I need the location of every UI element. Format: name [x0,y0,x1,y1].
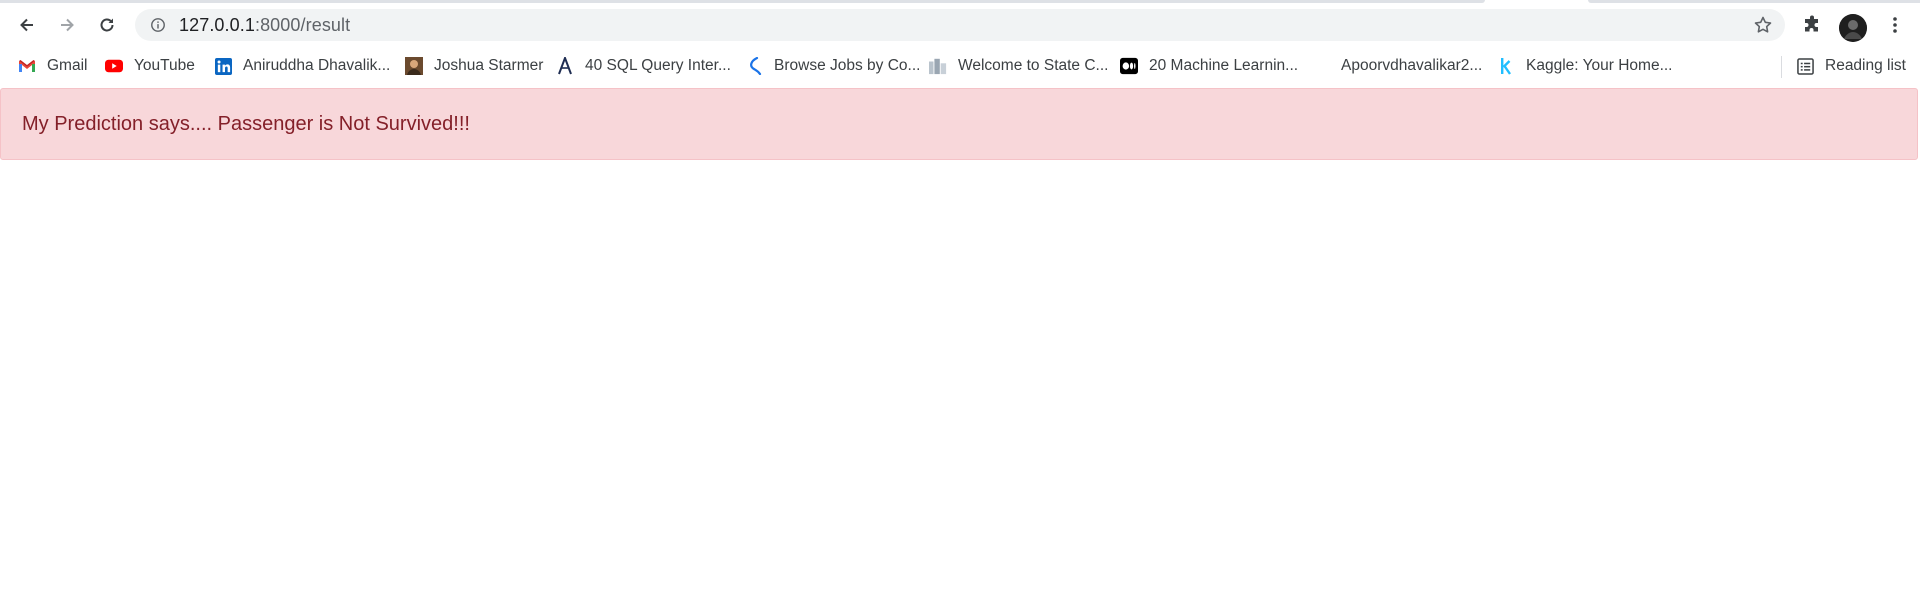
bookmark-linkedin[interactable]: Aniruddha Dhavalik... [214,53,390,79]
url-path: :8000/result [254,14,351,35]
bookmark-machine-learning[interactable]: 20 Machine Learnin... [1120,53,1298,79]
bookmark-label: Apoorvdhavalikar2... [1341,57,1483,74]
browser-toolbar: 127.0.0.1:8000/result [0,4,1920,46]
reading-list-label: Reading list [1825,57,1906,74]
k-curve-icon [745,57,763,75]
bookmark-kaggle[interactable]: Kaggle: Your Home... [1497,53,1673,79]
kebab-menu-icon [1893,17,1897,33]
bookmark-label: Aniruddha Dhavalik... [243,57,391,74]
blank-icon [1312,57,1330,75]
bookmark-browse-jobs[interactable]: Browse Jobs by Co... [745,53,920,79]
active-tab-edge [0,0,1485,3]
profile-avatar[interactable] [1839,14,1867,42]
bookmark-label: Joshua Starmer [434,57,544,74]
linkedin-icon [214,57,232,75]
forward-arrow-icon [61,18,74,32]
profile-photo-icon [405,57,423,75]
bookmark-youtube[interactable]: YouTube [105,53,195,79]
bookmark-label: Browse Jobs by Co... [774,57,921,74]
prediction-alert: My Prediction says.... Passenger is Not … [0,88,1918,160]
reload-icon [100,18,114,32]
url-text[interactable]: 127.0.0.1:8000/result [179,15,350,36]
url-host: 127.0.0.1 [179,14,255,35]
reload-button[interactable] [91,9,123,41]
inactive-tab-edge [1588,0,1920,3]
bookmark-label: Kaggle: Your Home... [1526,57,1673,74]
back-button[interactable] [11,9,43,41]
bookmark-star-icon[interactable] [1753,15,1773,35]
back-arrow-icon [20,18,33,32]
bookmark-label: YouTube [134,57,195,74]
reading-list-icon [1796,57,1814,75]
site-info-icon[interactable] [149,16,167,34]
bookmark-label: Gmail [47,57,88,74]
menu-button[interactable] [1879,9,1911,41]
bookmark-sql-query[interactable]: 40 SQL Query Inter... [556,53,731,79]
bookmark-label: 20 Machine Learnin... [1149,57,1299,74]
bookmark-joshua-starmer[interactable]: Joshua Starmer [405,53,543,79]
address-bar[interactable]: 127.0.0.1:8000/result [135,9,1785,41]
bookmark-label: Welcome to State C... [958,57,1109,74]
bookmarks-bar: Gmail YouTube Aniruddha Dhavalik... Josh… [0,48,1920,84]
forward-button[interactable] [51,9,83,41]
bookmark-label: 40 SQL Query Inter... [585,57,731,74]
gmail-icon [18,57,36,75]
puzzle-icon [1805,15,1818,32]
bookmark-state[interactable]: Welcome to State C... [929,53,1108,79]
building-icon [929,57,947,75]
profile-photo-icon [1839,14,1867,42]
reading-list-button[interactable]: Reading list [1796,53,1906,79]
bookmark-apoorvdhavalikar[interactable]: Apoorvdhavalikar2... [1312,53,1482,79]
bookmark-gmail[interactable]: Gmail [18,53,87,79]
extensions-button[interactable] [1796,9,1828,41]
prediction-message: My Prediction says.... Passenger is Not … [22,112,470,135]
youtube-icon [105,57,123,75]
bookmarks-divider [1781,56,1782,78]
a-logo-icon [556,57,574,75]
medium-icon [1120,57,1138,75]
kaggle-icon [1497,57,1515,75]
